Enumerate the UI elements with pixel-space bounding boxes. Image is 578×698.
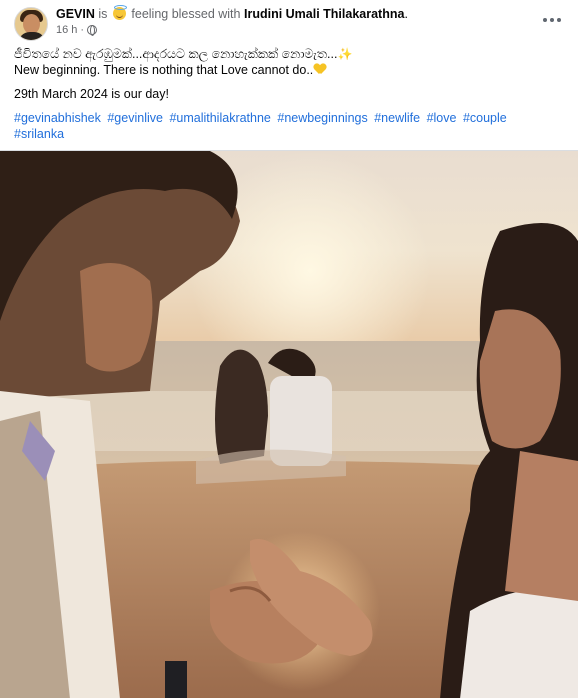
- hashtag-link[interactable]: #srilanka: [14, 127, 64, 141]
- innocent-smile-emoji-icon: [112, 5, 127, 20]
- post-photo[interactable]: [0, 150, 578, 698]
- hashtag-link[interactable]: #love: [427, 111, 457, 125]
- post-body: ජීවිතයේ නව ඇරඹුමක්...ආදරයට කල නොහැක්කක් …: [14, 46, 566, 142]
- hashtag-link[interactable]: #couple: [463, 111, 507, 125]
- post-time[interactable]: 16 h: [56, 24, 77, 36]
- feeling-text: feeling blessed with: [131, 7, 241, 21]
- more-options-icon: [543, 18, 547, 22]
- author-line: GEVIN is feeling blessed with Irudini Um…: [56, 5, 408, 22]
- post-meta: 16 h ·: [56, 24, 98, 36]
- hashtag-link[interactable]: #newlife: [374, 111, 420, 125]
- hashtags: #gevinabhishek #gevinlive #umalithilakra…: [14, 110, 566, 142]
- more-options-button[interactable]: [540, 10, 564, 30]
- sparkles-icon: ✨: [337, 47, 353, 61]
- yellow-heart-icon: [314, 64, 326, 75]
- hashtag-link[interactable]: #newbeginnings: [277, 111, 367, 125]
- more-dot: [557, 18, 561, 22]
- period: .: [404, 7, 408, 21]
- sinhala-text: ජීවිතයේ නව ඇරඹුමක්...ආදරයට කල නොහැක්කක් …: [14, 47, 338, 61]
- hashtag-link[interactable]: #umalithilakrathne: [169, 111, 270, 125]
- post-line-english: New beginning. There is nothing that Lov…: [14, 62, 566, 78]
- meta-separator: ·: [80, 24, 85, 36]
- tagged-person[interactable]: Irudini Umali Thilakarathna: [244, 7, 404, 21]
- post-header: GEVIN is feeling blessed with Irudini Um…: [14, 5, 564, 41]
- hashtag-link[interactable]: #gevinabhishek: [14, 111, 101, 125]
- post-line-sinhala: ජීවිතයේ නව ඇරඹුමක්...ආදරයට කල නොහැක්කක් …: [14, 46, 566, 62]
- author-avatar[interactable]: [14, 7, 48, 41]
- engagement-photo-icon: [0, 151, 578, 698]
- is-text: is: [98, 7, 108, 21]
- more-dot: [550, 18, 554, 22]
- english-text: New beginning. There is nothing that Lov…: [14, 63, 314, 77]
- globe-icon[interactable]: [87, 25, 98, 36]
- hashtag-link[interactable]: #gevinlive: [107, 111, 163, 125]
- post-line-date: 29th March 2024 is our day!: [14, 87, 169, 101]
- author-name[interactable]: GEVIN: [56, 7, 95, 21]
- facebook-post: GEVIN is feeling blessed with Irudini Um…: [0, 0, 578, 698]
